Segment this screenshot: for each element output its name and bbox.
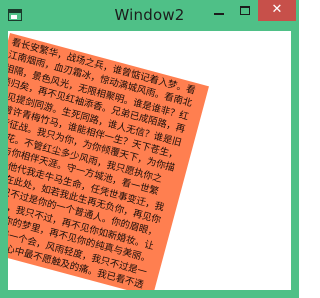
close-icon: ✕	[271, 2, 283, 17]
close-button[interactable]: ✕	[258, 0, 296, 21]
rotated-text-panel: 看长安繁华，战场之兵，谁曾惦记着入梦。看江南烟雨，血刃霜冰，惊动满城风雨。看南北…	[8, 33, 209, 290]
client-area: 看长安繁华，战场之兵，谁曾惦记着入梦。看江南烟雨，血刃霜冰，惊动满城风雨。看南北…	[8, 31, 291, 290]
app-window: Window2 ✕ 看长安繁华，战场之兵，谁曾惦记着入梦。看江南烟雨，血刃霜冰，…	[0, 0, 299, 298]
title-bar[interactable]: Window2 ✕	[0, 0, 299, 31]
maximize-button[interactable]	[233, 0, 258, 21]
minimize-button[interactable]	[206, 0, 233, 21]
panel-text: 看长安繁华，战场之兵，谁曾惦记着入梦。看江南烟雨，血刃霜冰，惊动满城风雨。看南北…	[8, 36, 197, 290]
